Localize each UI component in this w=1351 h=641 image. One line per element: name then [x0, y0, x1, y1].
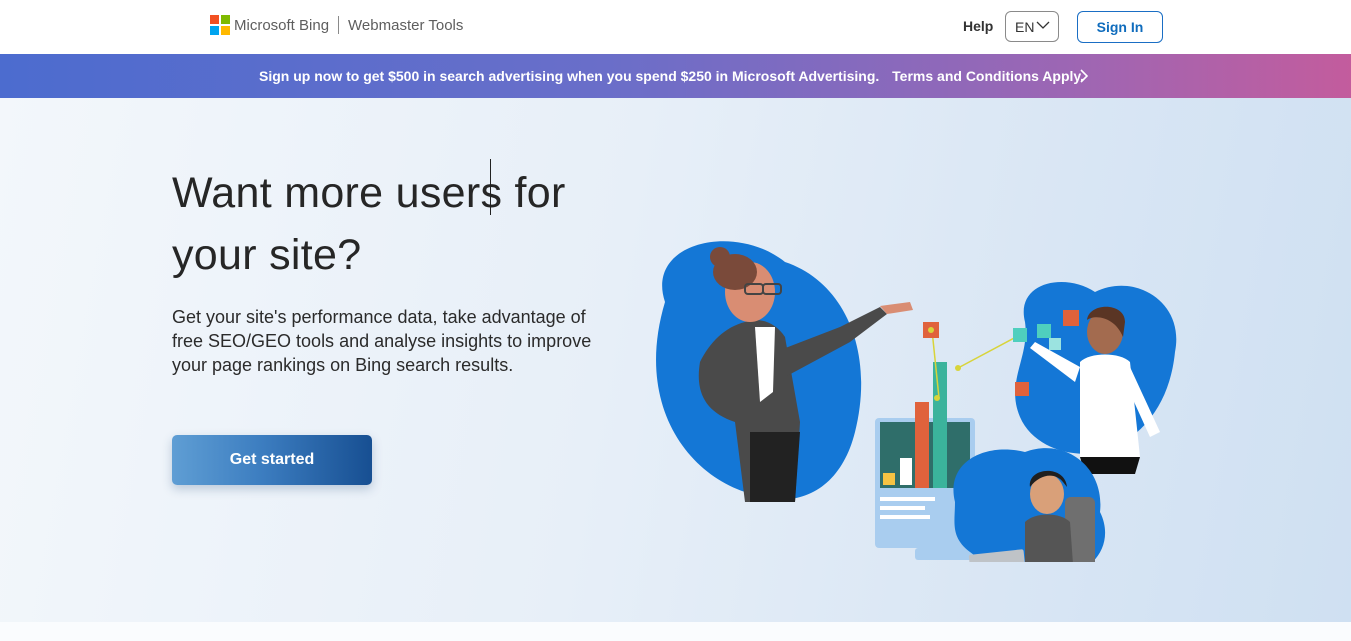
page-bottom-strip: [0, 622, 1351, 641]
promo-banner[interactable]: Sign up now to get $500 in search advert…: [0, 54, 1351, 98]
promo-banner-text: Sign up now to get $500 in search advert…: [259, 68, 1084, 84]
sign-in-button[interactable]: Sign In: [1077, 11, 1163, 43]
product-name: Webmaster Tools: [348, 16, 464, 34]
brand-divider: [338, 16, 340, 34]
hero-section: Want more users for your site? Get your …: [0, 98, 1351, 622]
promo-message: Sign up now to get $500 in search advert…: [259, 68, 880, 84]
text-cursor: [490, 159, 491, 215]
promo-terms-link[interactable]: Terms and Conditions Apply.: [892, 68, 1084, 84]
top-navigation-bar: Microsoft Bing Webmaster Tools Help EN S…: [0, 0, 1351, 55]
language-selected-value: EN: [1015, 18, 1035, 35]
help-link[interactable]: Help: [963, 18, 993, 34]
brand-logo-link[interactable]: Microsoft Bing Webmaster Tools: [210, 15, 463, 35]
hero-description: Get your site's performance data, take a…: [172, 307, 592, 375]
people-analytics-illustration: [656, 241, 1177, 562]
language-select[interactable]: EN: [1005, 11, 1059, 42]
microsoft-logo-icon: [210, 15, 230, 35]
brand-name: Microsoft Bing: [234, 16, 330, 34]
chevron-down-icon: [1036, 21, 1050, 29]
chevron-right-icon[interactable]: [1079, 68, 1089, 84]
get-started-button[interactable]: Get started: [172, 435, 372, 485]
hero-title: Want more users for your site?: [172, 169, 566, 279]
